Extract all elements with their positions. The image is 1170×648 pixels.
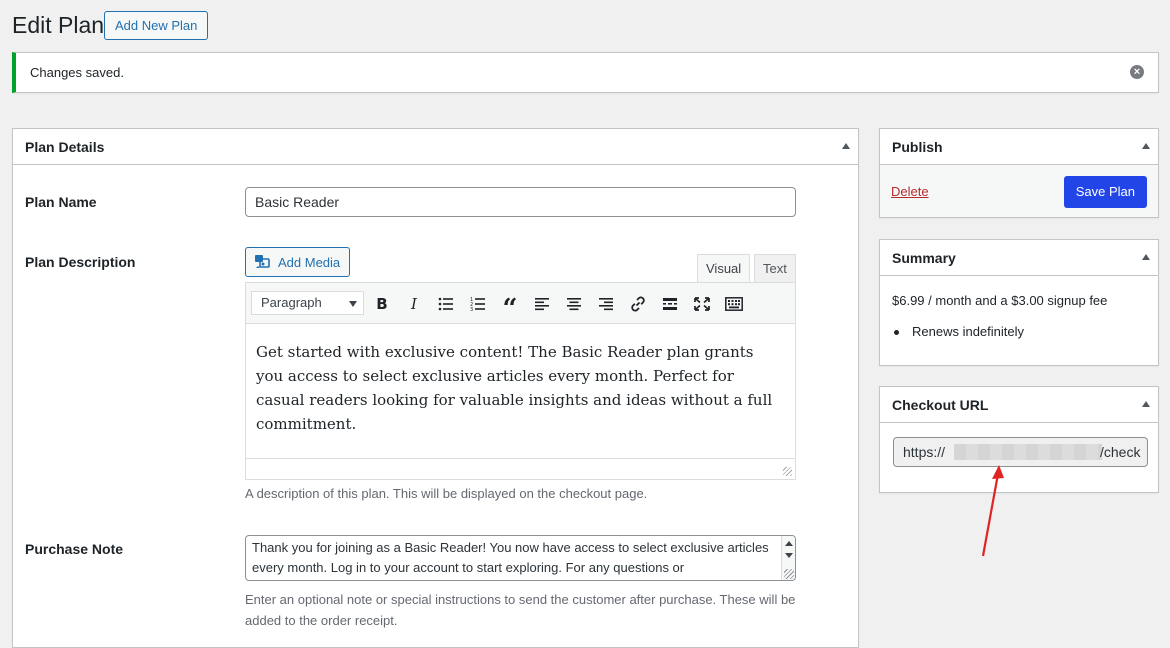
plan-description-label: Plan Description — [25, 254, 136, 270]
tab-text[interactable]: Text — [754, 254, 796, 283]
align-left-icon[interactable] — [531, 293, 553, 315]
format-select-value: Paragraph — [261, 295, 322, 310]
plan-details-header: Plan Details — [13, 129, 858, 165]
publish-box: Publish Delete Save Plan — [879, 128, 1159, 218]
notice-text: Changes saved. — [30, 65, 124, 80]
collapse-toggle-icon[interactable] — [1142, 254, 1150, 260]
description-help-text: A description of this plan. This will be… — [245, 486, 648, 501]
summary-price: $6.99 / month and a $3.00 signup fee — [892, 293, 1108, 308]
collapse-toggle-icon[interactable] — [1142, 401, 1150, 407]
summary-header: Summary — [880, 240, 1158, 276]
dismiss-icon[interactable]: × — [1130, 65, 1144, 79]
collapse-toggle-icon[interactable] — [1142, 143, 1150, 149]
delete-link[interactable]: Delete — [891, 184, 929, 199]
checkout-url-header: Checkout URL — [880, 387, 1158, 423]
textarea-resize-icon[interactable] — [784, 569, 794, 579]
toolbar-toggle-icon[interactable] — [723, 293, 745, 315]
purchase-note-label: Purchase Note — [25, 541, 124, 557]
checkout-url-box: Checkout URL https:// /check — [879, 386, 1159, 493]
page-title: Edit Plan — [12, 12, 105, 38]
checkout-url-input[interactable]: https:// /check — [893, 437, 1148, 467]
checkout-url-title: Checkout URL — [892, 397, 989, 413]
collapse-toggle-icon[interactable] — [842, 143, 850, 149]
bold-icon[interactable]: B — [371, 293, 393, 315]
publish-header: Publish — [880, 129, 1158, 165]
editor-status-bar — [246, 458, 795, 479]
read-more-icon[interactable] — [659, 293, 681, 315]
tab-visual[interactable]: Visual — [697, 254, 751, 283]
add-media-label: Add Media — [278, 254, 341, 270]
summary-list: Renews indefinitely — [892, 324, 1024, 339]
resize-handle-icon[interactable] — [783, 467, 792, 476]
purchase-note-text: Thank you for joining as a Basic Reader!… — [252, 540, 769, 575]
annotation-arrow-icon — [981, 465, 1004, 557]
add-media-button[interactable]: Add Media — [245, 247, 350, 277]
editor-toolbar: Paragraph B I 123 “ — [246, 283, 795, 324]
scroll-down-icon[interactable] — [785, 553, 793, 558]
save-plan-button[interactable]: Save Plan — [1063, 176, 1147, 208]
scroll-up-icon[interactable] — [785, 541, 793, 546]
publish-actions: Delete Save Plan — [880, 165, 1158, 217]
redacted-region — [954, 444, 1102, 460]
bulleted-list-icon[interactable] — [435, 293, 457, 315]
fullscreen-icon[interactable] — [691, 293, 713, 315]
italic-icon[interactable]: I — [403, 293, 425, 315]
purchase-note-textarea[interactable]: Thank you for joining as a Basic Reader!… — [245, 535, 796, 581]
align-center-icon[interactable] — [563, 293, 585, 315]
bullet-icon — [894, 330, 899, 336]
summary-title: Summary — [892, 250, 956, 266]
add-new-plan-button[interactable]: Add New Plan — [104, 11, 209, 40]
plan-name-input[interactable]: Basic Reader — [245, 187, 796, 217]
blockquote-icon[interactable]: “ — [499, 293, 521, 322]
description-content[interactable]: Get started with exclusive content! The … — [246, 324, 795, 458]
plan-details-box: Plan Details Plan Name Basic Reader Plan… — [12, 128, 859, 648]
plan-details-title: Plan Details — [25, 139, 105, 155]
checkout-url-start: https:// — [903, 444, 946, 460]
add-media-icon — [255, 255, 270, 268]
purchase-note-help-text: Enter an optional note or special instru… — [245, 592, 796, 628]
numbered-list-icon[interactable]: 123 — [467, 293, 489, 315]
svg-text:3: 3 — [470, 307, 473, 311]
checkout-url-end: /check — [1100, 444, 1141, 460]
publish-title: Publish — [892, 139, 943, 155]
plan-name-label: Plan Name — [25, 194, 97, 210]
paragraph-format-select[interactable]: Paragraph — [251, 291, 364, 315]
link-icon[interactable] — [627, 293, 649, 315]
summary-box: Summary $6.99 / month and a $3.00 signup… — [879, 239, 1159, 366]
description-editor: Paragraph B I 123 “ Get started with exc… — [245, 282, 796, 480]
success-notice: Changes saved. × — [12, 52, 1159, 93]
summary-item: Renews indefinitely — [912, 324, 1025, 339]
chevron-down-icon — [349, 301, 357, 307]
align-right-icon[interactable] — [595, 293, 617, 315]
